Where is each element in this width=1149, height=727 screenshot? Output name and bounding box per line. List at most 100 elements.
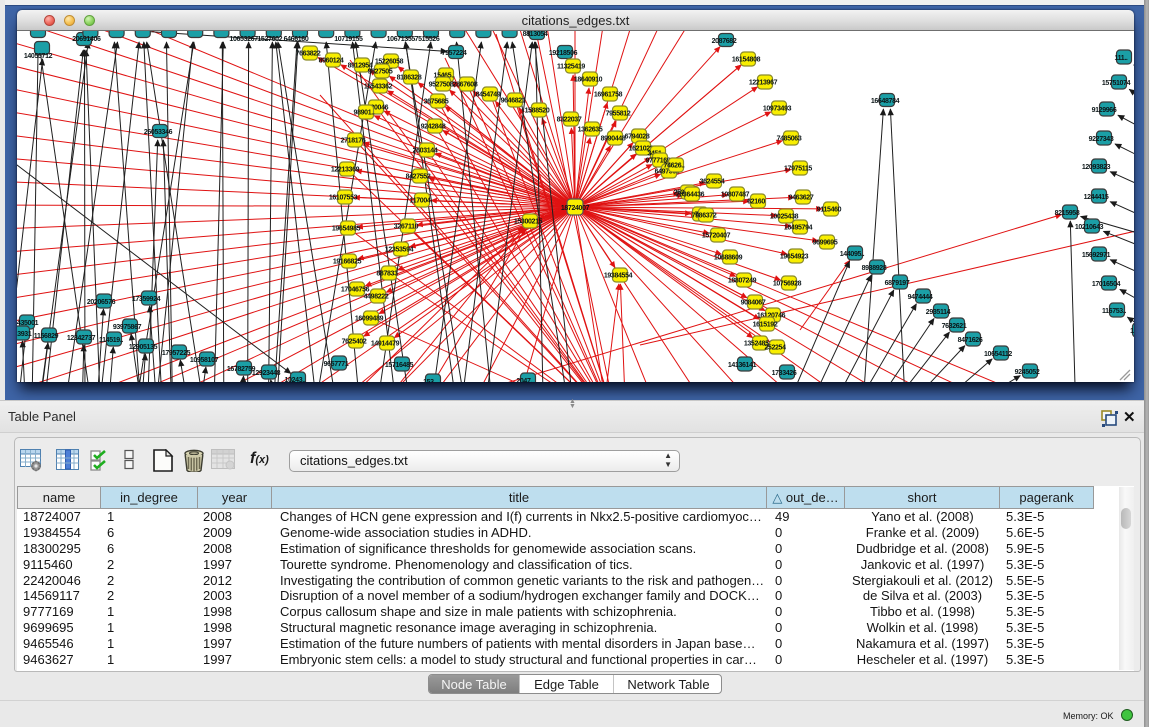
svg-text:12923448: 12923448 [252, 370, 281, 377]
svg-text:16961758: 16961758 [594, 92, 623, 99]
svg-text:15720407: 15720407 [702, 233, 731, 240]
svg-text:16495794: 16495794 [784, 225, 813, 232]
svg-text:10807487: 10807487 [721, 192, 750, 199]
svg-text:9463627: 9463627 [789, 195, 814, 202]
svg-text:153..: 153.. [423, 379, 437, 382]
svg-text:7515526: 7515526 [415, 36, 440, 43]
svg-text:9527508: 9527508 [429, 82, 454, 89]
svg-text:9827505: 9827505 [368, 69, 393, 76]
svg-text:8471626: 8471626 [958, 337, 983, 344]
svg-text:7957224: 7957224 [442, 50, 467, 57]
svg-text:1588520: 1588520 [525, 108, 550, 115]
svg-text:9245052: 9245052 [1015, 369, 1040, 376]
svg-text:9084067: 9084067 [741, 300, 766, 307]
svg-text:3624554: 3624554 [700, 179, 725, 186]
svg-text:9129966: 9129966 [1092, 107, 1117, 114]
svg-text:6466160: 6466160 [284, 36, 309, 43]
svg-text:3675685: 3675685 [424, 99, 449, 106]
svg-text:10654112: 10654112 [984, 351, 1012, 358]
svg-text:14136141: 14136141 [728, 362, 757, 369]
svg-text:10719155: 10719155 [334, 36, 363, 43]
svg-text:6794028: 6794028 [625, 134, 650, 141]
svg-text:11325419: 11325419 [557, 64, 585, 71]
svg-text:144095..: 144095.. [840, 251, 865, 258]
svg-text:14914479: 14914479 [371, 341, 400, 348]
svg-text:16107553: 16107553 [329, 195, 358, 202]
svg-text:12905135: 12905135 [129, 344, 158, 351]
svg-text:6879197: 6879197 [885, 280, 910, 287]
svg-text:9646821: 9646821 [501, 98, 526, 105]
svg-text:19166825: 19166825 [333, 259, 362, 266]
svg-text:1244415: 1244415 [1084, 194, 1109, 201]
svg-text:16648784: 16648784 [871, 98, 900, 105]
svg-text:8186328: 8186328 [397, 75, 422, 82]
svg-text:19384554: 19384554 [604, 273, 633, 280]
svg-text:10756928: 10756928 [773, 281, 802, 288]
svg-text:7955812: 7955812 [606, 111, 631, 118]
svg-text:8938928: 8938928 [862, 265, 887, 272]
svg-text:18724007: 18724007 [561, 205, 590, 212]
svg-text:16543362: 16543362 [364, 84, 393, 91]
svg-text:12213967: 12213967 [749, 80, 778, 87]
svg-text:20206576: 20206576 [87, 299, 116, 306]
svg-text:8813054: 8813054 [523, 31, 548, 38]
svg-text:14055712: 14055712 [24, 53, 53, 60]
svg-text:8960124: 8960124 [319, 58, 344, 65]
svg-text:15751074: 15751074 [1102, 80, 1131, 87]
svg-text:15300215: 15300215 [514, 219, 543, 226]
svg-text:1733426: 1733426 [772, 370, 797, 377]
svg-text:26053346: 26053346 [144, 129, 173, 136]
svg-text:887833: 887833 [376, 271, 398, 278]
svg-text:8215958: 8215958 [1055, 210, 1080, 217]
svg-text:8990448: 8990448 [601, 136, 626, 143]
svg-text:7632621: 7632621 [942, 323, 967, 330]
svg-text:10973493: 10973493 [763, 106, 792, 113]
svg-text:2867608: 2867608 [453, 82, 478, 89]
svg-text:19654985: 19654985 [332, 226, 361, 233]
svg-text:10653267: 10653267 [229, 36, 258, 43]
svg-text:17975115: 17975115 [784, 166, 812, 173]
svg-text:98901..: 98901.. [354, 110, 375, 117]
svg-text:2935114: 2935114 [926, 309, 951, 316]
svg-text:114519..: 114519.. [99, 337, 123, 344]
svg-text:3267110: 3267110 [394, 224, 419, 231]
svg-text:17016504: 17016504 [1092, 281, 1121, 288]
svg-text:10025438: 10025438 [770, 214, 799, 221]
svg-text:12213369: 12213369 [331, 167, 360, 174]
svg-text:2047..: 2047.. [516, 378, 534, 382]
svg-text:2087682: 2087682 [712, 38, 737, 45]
svg-text:7663822: 7663822 [296, 51, 321, 58]
svg-text:8427552: 8427552 [406, 174, 431, 181]
svg-text:7485063: 7485063 [777, 136, 802, 143]
svg-text:10958107: 10958107 [190, 357, 219, 364]
svg-text:12353594: 12353594 [385, 247, 414, 254]
svg-text:19218506: 19218506 [549, 50, 578, 57]
svg-text:9657771: 9657771 [324, 361, 349, 368]
svg-text:16099489: 16099489 [355, 316, 384, 323]
svg-text:9115460: 9115460 [817, 207, 842, 214]
svg-text:117004: 117004 [410, 198, 431, 205]
svg-text:10671355: 10671355 [387, 36, 416, 43]
svg-text:4498222: 4498222 [364, 294, 389, 301]
svg-text:8322037: 8322037 [557, 117, 582, 124]
svg-text:93975867: 93975867 [113, 324, 142, 331]
svg-text:15692971: 15692971 [1082, 252, 1111, 259]
svg-text:252254: 252254 [764, 345, 786, 352]
svg-text:19654923: 19654923 [780, 254, 809, 261]
svg-text:1527602: 1527602 [257, 36, 282, 43]
svg-text:7625402: 7625402 [342, 339, 367, 346]
svg-text:9242848: 9242848 [421, 124, 446, 131]
svg-text:10210643: 10210643 [1075, 224, 1104, 231]
svg-text:116753..: 116753.. [1102, 308, 1126, 315]
svg-text:12093823: 12093823 [1082, 164, 1111, 171]
svg-text:8454749: 8454749 [476, 92, 501, 99]
svg-text:10688609: 10688609 [714, 255, 743, 262]
svg-text:17359924: 17359924 [132, 296, 161, 303]
svg-text:9699695: 9699695 [813, 240, 838, 247]
svg-text:18807249: 18807249 [728, 278, 757, 285]
svg-text:17957225: 17957225 [162, 350, 191, 357]
svg-text:17046756: 17046756 [341, 287, 370, 294]
svg-text:127..: 127.. [1130, 328, 1134, 335]
svg-text:3913931: 3913931 [17, 331, 32, 338]
svg-text:74626..: 74626.. [664, 163, 685, 170]
